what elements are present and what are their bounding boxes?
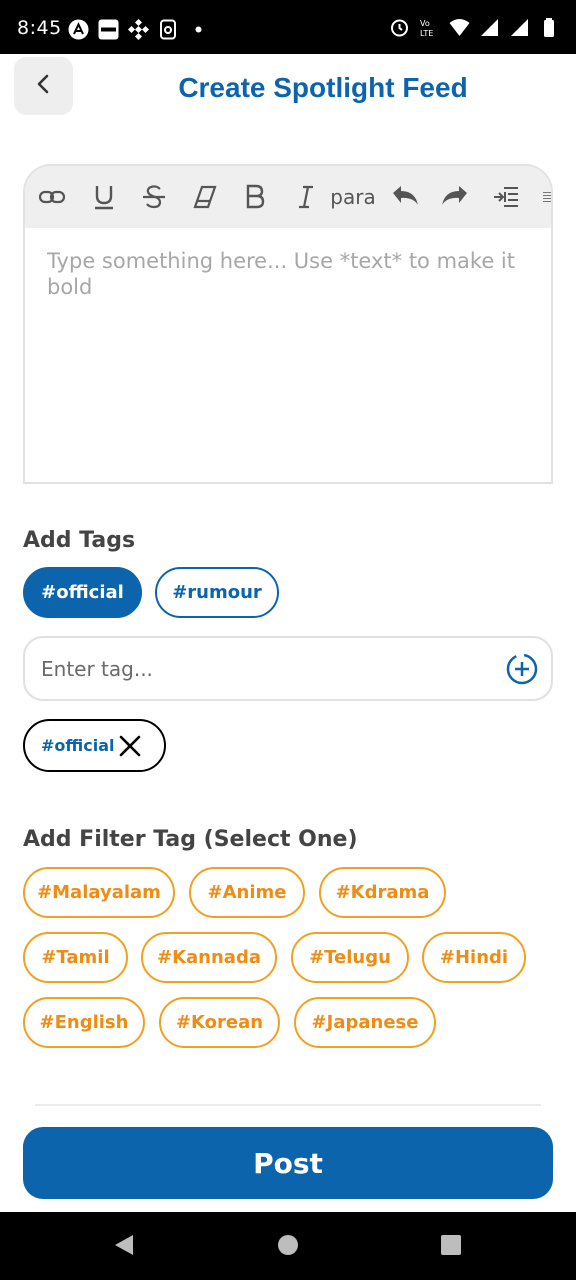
volte-icon: Vo LTE <box>419 17 440 38</box>
filter-chip-telugu[interactable]: #Telugu <box>291 932 409 983</box>
tag-input[interactable] <box>41 648 481 690</box>
editor-placeholder: Type something here... Use *text* to mak… <box>47 249 515 299</box>
recents-square-icon[interactable] <box>440 1233 462 1262</box>
filter-chip-anime[interactable]: #Anime <box>189 867 305 918</box>
para-button[interactable]: para <box>330 180 375 214</box>
italic-icon[interactable] <box>291 180 321 214</box>
dot-icon <box>188 19 209 40</box>
home-circle-icon[interactable] <box>277 1233 299 1262</box>
add-tags-title: Add Tags <box>23 528 136 553</box>
divider <box>35 1104 541 1106</box>
bold-icon[interactable] <box>240 180 270 214</box>
redo-icon[interactable] <box>439 180 471 214</box>
svg-text:Vo: Vo <box>420 19 430 28</box>
notification-icons <box>68 19 209 40</box>
strikethrough-icon[interactable] <box>139 180 169 214</box>
filter-tag-title: Add Filter Tag (Select One) <box>23 827 358 852</box>
eraser-icon[interactable] <box>190 180 220 214</box>
link-icon[interactable] <box>37 180 67 214</box>
back-button[interactable] <box>14 57 73 115</box>
undo-icon[interactable] <box>389 180 421 214</box>
tag-chip-rumour[interactable]: #rumour <box>155 567 279 618</box>
header: Create Spotlight Feed <box>0 54 576 124</box>
signal-icon <box>509 17 530 38</box>
battery-icon <box>539 17 560 38</box>
tag-input-container <box>23 636 553 701</box>
phonepe-icon <box>158 19 179 40</box>
app-a-icon <box>68 19 89 40</box>
filter-chip-hindi[interactable]: #Hindi <box>422 932 526 983</box>
post-button[interactable]: Post <box>23 1127 553 1199</box>
wifi-icon <box>449 17 470 38</box>
editor-toolbar: para <box>25 166 551 228</box>
filter-chip-english[interactable]: #English <box>23 997 145 1048</box>
close-icon[interactable] <box>118 734 142 758</box>
back-triangle-icon[interactable] <box>113 1233 135 1262</box>
signal-icon <box>479 17 500 38</box>
filter-chip-kdrama[interactable]: #Kdrama <box>319 867 446 918</box>
rich-text-editor: para Type something here... Use *text* t… <box>23 164 553 484</box>
alarm-icon <box>389 17 410 38</box>
page-title: Create Spotlight Feed <box>178 72 468 103</box>
status-time: 8:45 <box>17 17 62 39</box>
chevron-left-icon <box>33 73 55 100</box>
filter-chip-kannada[interactable]: #Kannada <box>141 932 277 983</box>
tag-chip-official[interactable]: #official <box>23 567 142 618</box>
binance-icon <box>128 19 149 40</box>
indent-icon[interactable] <box>491 180 521 214</box>
system-nav-bar <box>0 1212 576 1280</box>
underline-icon[interactable] <box>89 180 119 214</box>
filter-chip-tamil[interactable]: #Tamil <box>23 932 128 983</box>
selected-tag: #official <box>23 719 166 772</box>
svg-text:LTE: LTE <box>420 29 433 38</box>
blinkit-icon <box>98 19 119 40</box>
filter-chip-japanese[interactable]: #Japanese <box>294 997 436 1048</box>
system-icons: Vo LTE <box>389 17 560 38</box>
align-icon[interactable] <box>541 180 551 214</box>
selected-tag-label: #official <box>41 736 115 755</box>
status-bar: 8:45 Vo LTE <box>0 0 576 54</box>
editor-text-area[interactable]: Type something here... Use *text* to mak… <box>25 228 551 482</box>
filter-chip-korean[interactable]: #Korean <box>159 997 280 1048</box>
add-circle-icon[interactable] <box>505 652 539 686</box>
filter-chip-malayalam[interactable]: #Malayalam <box>23 867 175 918</box>
